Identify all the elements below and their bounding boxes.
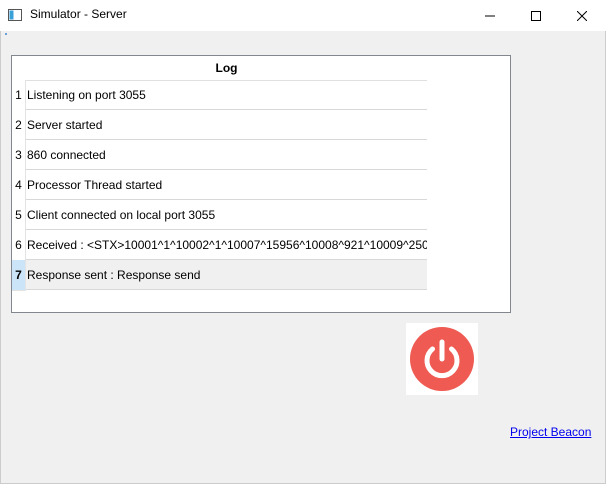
table-row-selected[interactable]: 7 Response sent : Response send — [12, 260, 427, 291]
table-row[interactable]: 5 Client connected on local port 3055 — [12, 200, 427, 231]
maximize-button[interactable] — [513, 0, 559, 31]
table-corner — [12, 56, 26, 80]
log-entry[interactable]: 860 connected — [26, 140, 427, 170]
log-column-header[interactable]: Log — [26, 56, 427, 81]
table-row[interactable]: 1 Listening on port 3055 — [12, 80, 427, 111]
log-rows: 1 Listening on port 3055 2 Server starte… — [12, 80, 427, 291]
row-number[interactable]: 1 — [12, 80, 26, 111]
row-number[interactable]: 4 — [12, 170, 26, 201]
row-number[interactable]: 5 — [12, 200, 26, 231]
table-row[interactable]: 4 Processor Thread started — [12, 170, 427, 201]
log-table[interactable]: Log 1 Listening on port 3055 2 Server st… — [11, 55, 511, 313]
app-icon — [8, 8, 22, 25]
log-entry[interactable]: Server started — [26, 110, 427, 140]
row-number[interactable]: 6 — [12, 230, 26, 261]
log-entry[interactable]: Listening on port 3055 — [26, 80, 427, 110]
table-row[interactable]: 2 Server started — [12, 110, 427, 141]
close-icon — [577, 10, 587, 21]
row-number[interactable]: 2 — [12, 110, 26, 141]
window-title: Simulator - Server — [30, 7, 127, 21]
log-entry[interactable]: Client connected on local port 3055 — [26, 200, 427, 230]
close-button[interactable] — [559, 0, 605, 31]
power-button[interactable] — [406, 323, 478, 395]
maximize-icon — [531, 10, 541, 21]
title-bar: Simulator - Server — [0, 0, 606, 31]
log-entry[interactable]: Response sent : Response send — [26, 260, 427, 290]
minimize-icon — [485, 15, 495, 16]
log-entry[interactable]: Received : <STX>10001^1^10002^1^10007^15… — [26, 230, 427, 260]
table-row[interactable]: 3 860 connected — [12, 140, 427, 171]
table-row[interactable]: 6 Received : <STX>10001^1^10002^1^10007^… — [12, 230, 427, 261]
minimize-button[interactable] — [467, 0, 513, 31]
window-frame-left — [0, 31, 1, 484]
log-entry[interactable]: Processor Thread started — [26, 170, 427, 200]
project-beacon-link[interactable]: Project Beacon — [510, 425, 591, 439]
menu-grip — [5, 33, 7, 35]
power-icon — [410, 327, 474, 391]
row-number[interactable]: 7 — [12, 260, 26, 291]
row-number[interactable]: 3 — [12, 140, 26, 171]
